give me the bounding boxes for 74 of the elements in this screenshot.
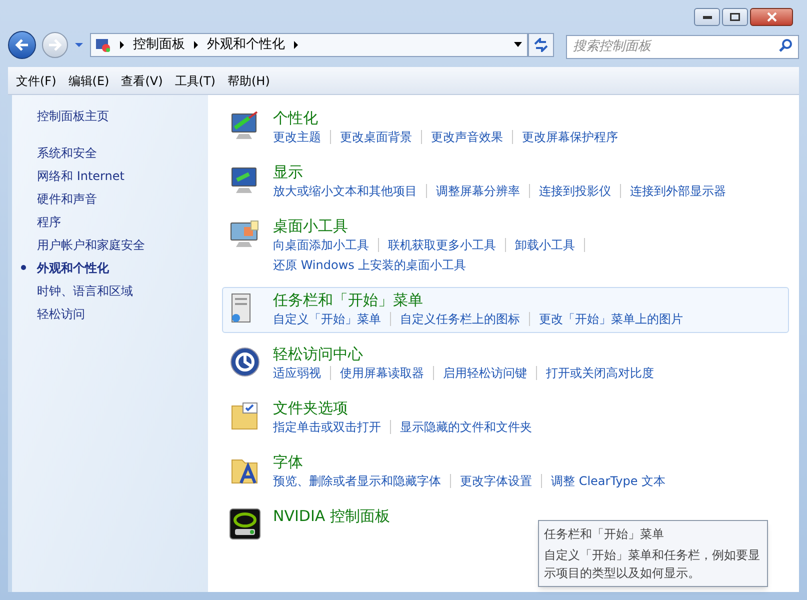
- category-title[interactable]: 个性化: [273, 108, 773, 128]
- task-link[interactable]: 更改主题: [273, 128, 321, 146]
- task-link[interactable]: 向桌面添加小工具: [273, 236, 369, 254]
- forward-arrow-icon: [48, 39, 62, 51]
- task-link[interactable]: 更改字体设置: [460, 472, 532, 490]
- forward-button[interactable]: [42, 32, 68, 58]
- control-panel-icon: [95, 37, 111, 53]
- task-link[interactable]: 启用轻松访问键: [443, 364, 527, 382]
- close-icon: [766, 12, 776, 22]
- task-link[interactable]: 更改桌面背景: [340, 128, 412, 146]
- task-link[interactable]: 打开或关闭高对比度: [546, 364, 654, 382]
- sidebar-item[interactable]: 程序: [37, 212, 61, 230]
- task-link[interactable]: 自定义任务栏上的图标: [400, 310, 520, 328]
- menu-item[interactable]: 编辑(E): [64, 72, 114, 90]
- menu-item[interactable]: 文件(F): [12, 72, 60, 90]
- sidebar-item[interactable]: 用户帐户和家庭安全: [37, 236, 145, 254]
- category-title[interactable]: 文件夹选项: [273, 398, 773, 418]
- task-link[interactable]: 联机获取更多小工具: [388, 236, 496, 254]
- task-link[interactable]: 放大或缩小文本和其他项目: [273, 182, 417, 200]
- sidebar-item[interactable]: 网络和 Internet: [37, 166, 124, 184]
- task-link[interactable]: 连接到外部显示器: [630, 182, 726, 200]
- task-link[interactable]: 自定义「开始」菜单: [273, 310, 381, 328]
- address-bar[interactable]: 控制面板 外观和个性化: [90, 33, 528, 57]
- task-link[interactable]: 指定单击或双击打开: [273, 418, 381, 436]
- refresh-arrows-icon: [533, 38, 549, 52]
- minimize-button[interactable]: [694, 8, 720, 26]
- breadcrumb[interactable]: 外观和个性化: [207, 35, 285, 55]
- chevron-right-icon[interactable]: [293, 41, 299, 49]
- task-link[interactable]: 调整 ClearType 文本: [551, 472, 666, 490]
- accessibility-icon: [229, 346, 261, 378]
- tooltip-text: 自定义「开始」菜单和任务栏，例如要显示项目的类型以及如何显示。: [544, 547, 761, 582]
- task-link[interactable]: 显示隐藏的文件和文件夹: [400, 418, 532, 436]
- close-button[interactable]: [750, 8, 793, 26]
- dropdown-arrow-icon[interactable]: [513, 42, 523, 48]
- task-link[interactable]: 卸载小工具: [515, 236, 575, 254]
- category-title[interactable]: 轻松访问中心: [273, 344, 773, 364]
- task-link[interactable]: 更改「开始」菜单上的图片: [539, 310, 683, 328]
- task-link[interactable]: 预览、删除或者显示和隐藏字体: [273, 472, 441, 490]
- chevron-right-icon[interactable]: [193, 41, 199, 49]
- menu-item[interactable]: 工具(T): [170, 72, 220, 90]
- task-link[interactable]: 更改声音效果: [431, 128, 503, 146]
- maximize-icon: [730, 13, 740, 21]
- task-link[interactable]: 适应弱视: [273, 364, 321, 382]
- task-link[interactable]: 还原 Windows 上安装的桌面小工具: [273, 256, 466, 274]
- task-link[interactable]: 调整屏幕分辨率: [436, 182, 520, 200]
- monitor-gadget-icon: [229, 218, 261, 250]
- menu-item[interactable]: 帮助(H): [224, 72, 274, 90]
- sidebar-item[interactable]: 轻松访问: [37, 304, 85, 322]
- search-icon[interactable]: [779, 38, 793, 52]
- menu-item[interactable]: 查看(V): [117, 72, 167, 90]
- sidebar-item[interactable]: 系统和安全: [37, 144, 97, 162]
- back-arrow-icon: [15, 39, 29, 51]
- bullet-icon: [21, 265, 26, 270]
- refresh-button[interactable]: [528, 33, 554, 57]
- graphics-card-icon: [229, 508, 261, 540]
- task-link[interactable]: 使用屏幕读取器: [340, 364, 424, 382]
- maximize-button[interactable]: [722, 8, 748, 26]
- chevron-right-icon[interactable]: [119, 41, 125, 49]
- category-title[interactable]: 任务栏和「开始」菜单: [273, 290, 773, 310]
- task-link[interactable]: 更改屏幕保护程序: [522, 128, 618, 146]
- sidebar-link[interactable]: 控制面板主页: [37, 107, 208, 125]
- breadcrumb[interactable]: 控制面板: [133, 35, 185, 55]
- category-row[interactable]: 任务栏和「开始」菜单 自定义「开始」菜单 自定义任务栏上的图标 更改「开始」菜单上的图片: [222, 287, 789, 333]
- sidebar-item[interactable]: 硬件和声音: [37, 190, 97, 208]
- minimize-icon: [702, 16, 712, 18]
- sidebar-item[interactable]: 外观和个性化: [37, 258, 109, 276]
- tooltip-title: 任务栏和「开始」菜单: [544, 526, 665, 543]
- category-title[interactable]: 字体: [273, 452, 773, 472]
- search-field[interactable]: 搜索控制面板: [566, 34, 799, 58]
- category-title[interactable]: 桌面小工具: [273, 216, 773, 236]
- task-link[interactable]: 连接到投影仪: [539, 182, 611, 200]
- sidebar-item[interactable]: 时钟、语言和区域: [37, 282, 133, 300]
- back-button[interactable]: [8, 31, 36, 59]
- category-title[interactable]: 显示: [273, 162, 773, 182]
